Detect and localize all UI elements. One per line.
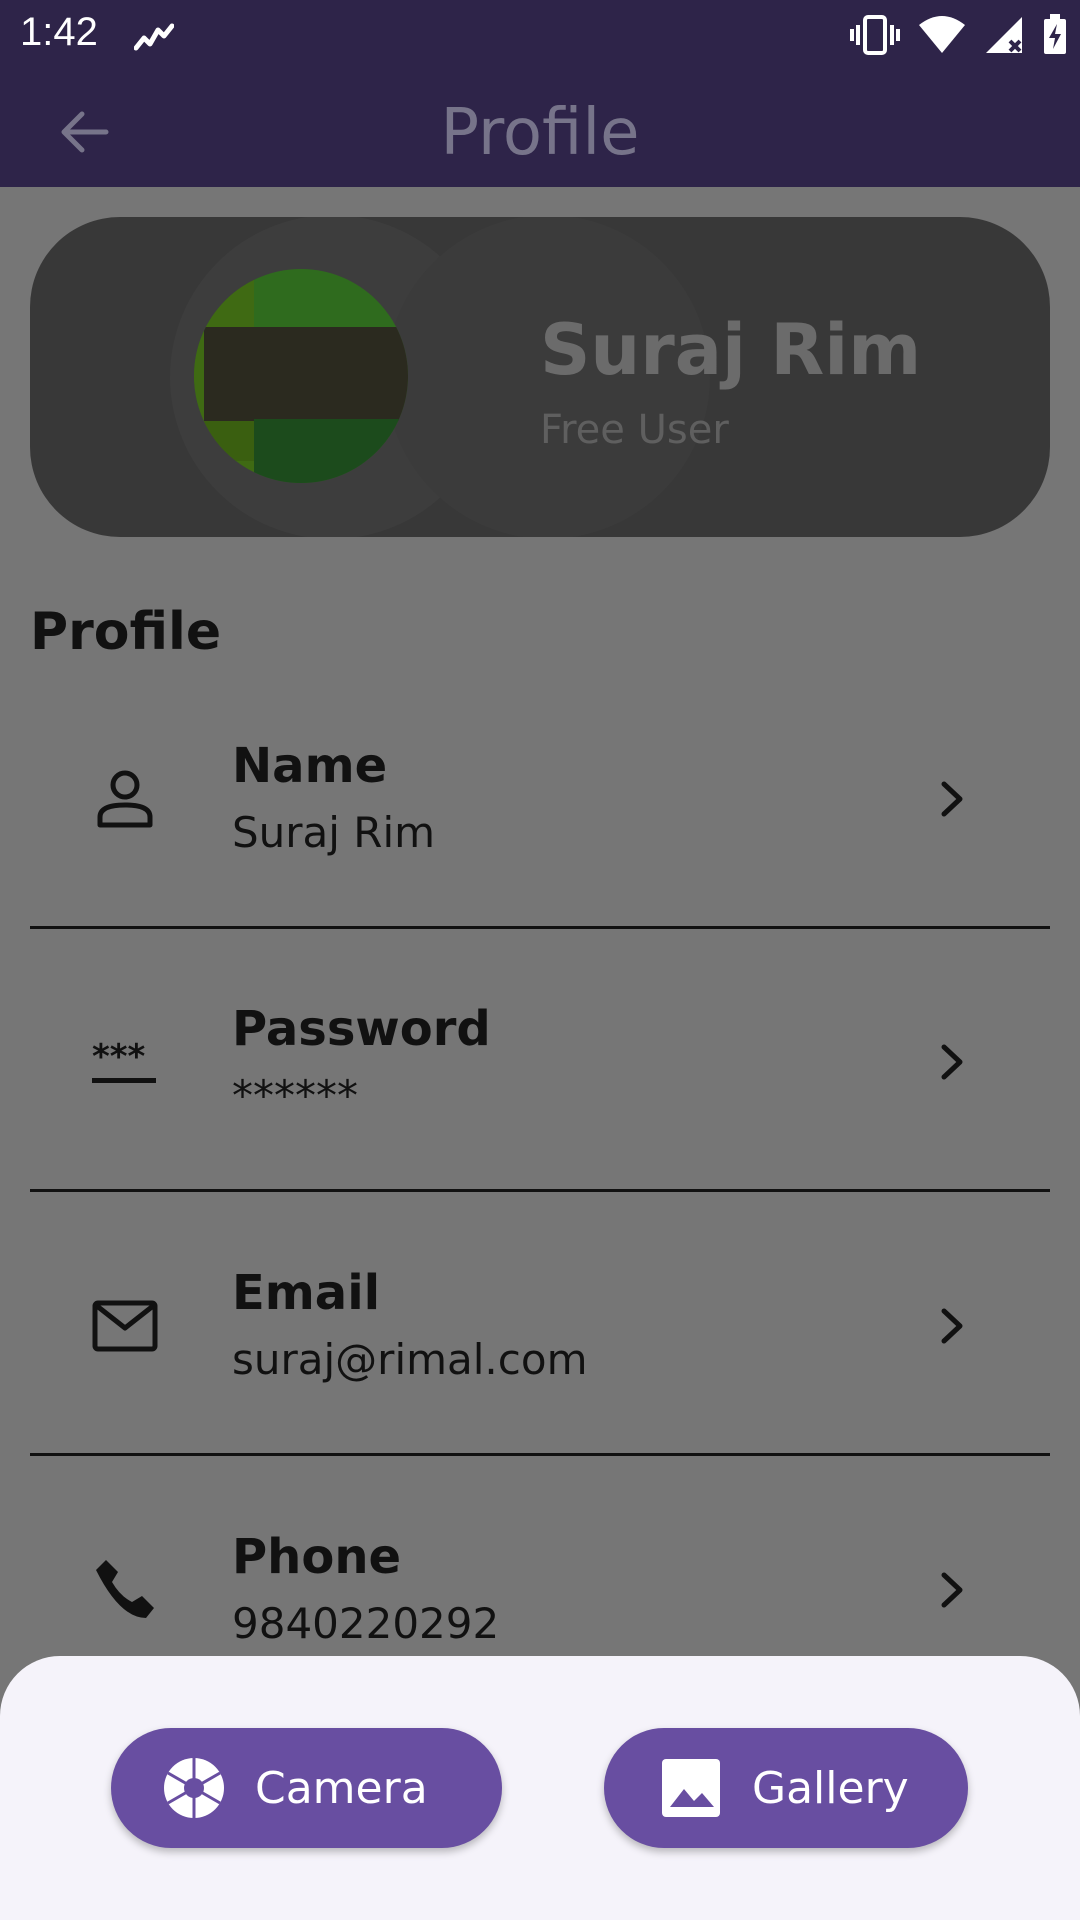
page-title: Profile (440, 96, 640, 170)
camera-shutter-icon (164, 1758, 224, 1818)
phone-icon (96, 1560, 154, 1618)
row-value: suraj@rimal.com (232, 1335, 588, 1384)
section-title: Profile (30, 602, 222, 662)
status-bar: 1:42 (0, 0, 1080, 74)
row-label: Name (232, 738, 388, 794)
camera-button-label: Camera (255, 1762, 428, 1814)
chevron-right-icon (941, 1044, 963, 1080)
signal-icon (986, 17, 1022, 53)
vibrate-icon (850, 15, 900, 55)
row-label: Password (232, 1001, 491, 1057)
divider (30, 1189, 1050, 1192)
divider (30, 1453, 1050, 1456)
notification-icon (134, 23, 174, 51)
row-label: Phone (232, 1529, 402, 1585)
person-icon (97, 770, 153, 828)
row-value: Suraj Rim (232, 808, 436, 857)
avatar[interactable] (194, 269, 408, 483)
profile-name: Suraj Rim (540, 309, 922, 391)
image-source-bottom-sheet: Camera Gallery (0, 1656, 1080, 1920)
profile-header-card: Suraj Rim Free User (30, 217, 1050, 537)
app-bar: Profile (0, 74, 1080, 187)
password-icon: *** (92, 1037, 156, 1083)
gallery-button[interactable]: Gallery (604, 1728, 968, 1848)
profile-subtitle: Free User (540, 407, 729, 453)
image-icon (662, 1759, 720, 1817)
chevron-right-icon (941, 1308, 963, 1344)
status-icons (850, 14, 1068, 56)
profile-row-email[interactable]: Email suraj@rimal.com (30, 1193, 1050, 1456)
mail-icon (92, 1300, 158, 1352)
profile-row-name[interactable]: Name Suraj Rim (30, 666, 1050, 929)
chevron-right-icon (941, 781, 963, 817)
row-label: Email (232, 1265, 381, 1321)
battery-icon (1044, 14, 1066, 54)
camera-button[interactable]: Camera (111, 1728, 502, 1848)
svg-text:***: *** (92, 1037, 146, 1077)
chevron-right-icon (941, 1572, 963, 1608)
gallery-button-label: Gallery (752, 1762, 909, 1814)
row-value: ****** (232, 1071, 358, 1120)
wifi-icon (919, 16, 965, 53)
status-time: 1:42 (20, 10, 98, 54)
row-value: 9840220292 (232, 1599, 500, 1648)
profile-row-password[interactable]: *** Password ****** (30, 929, 1050, 1192)
